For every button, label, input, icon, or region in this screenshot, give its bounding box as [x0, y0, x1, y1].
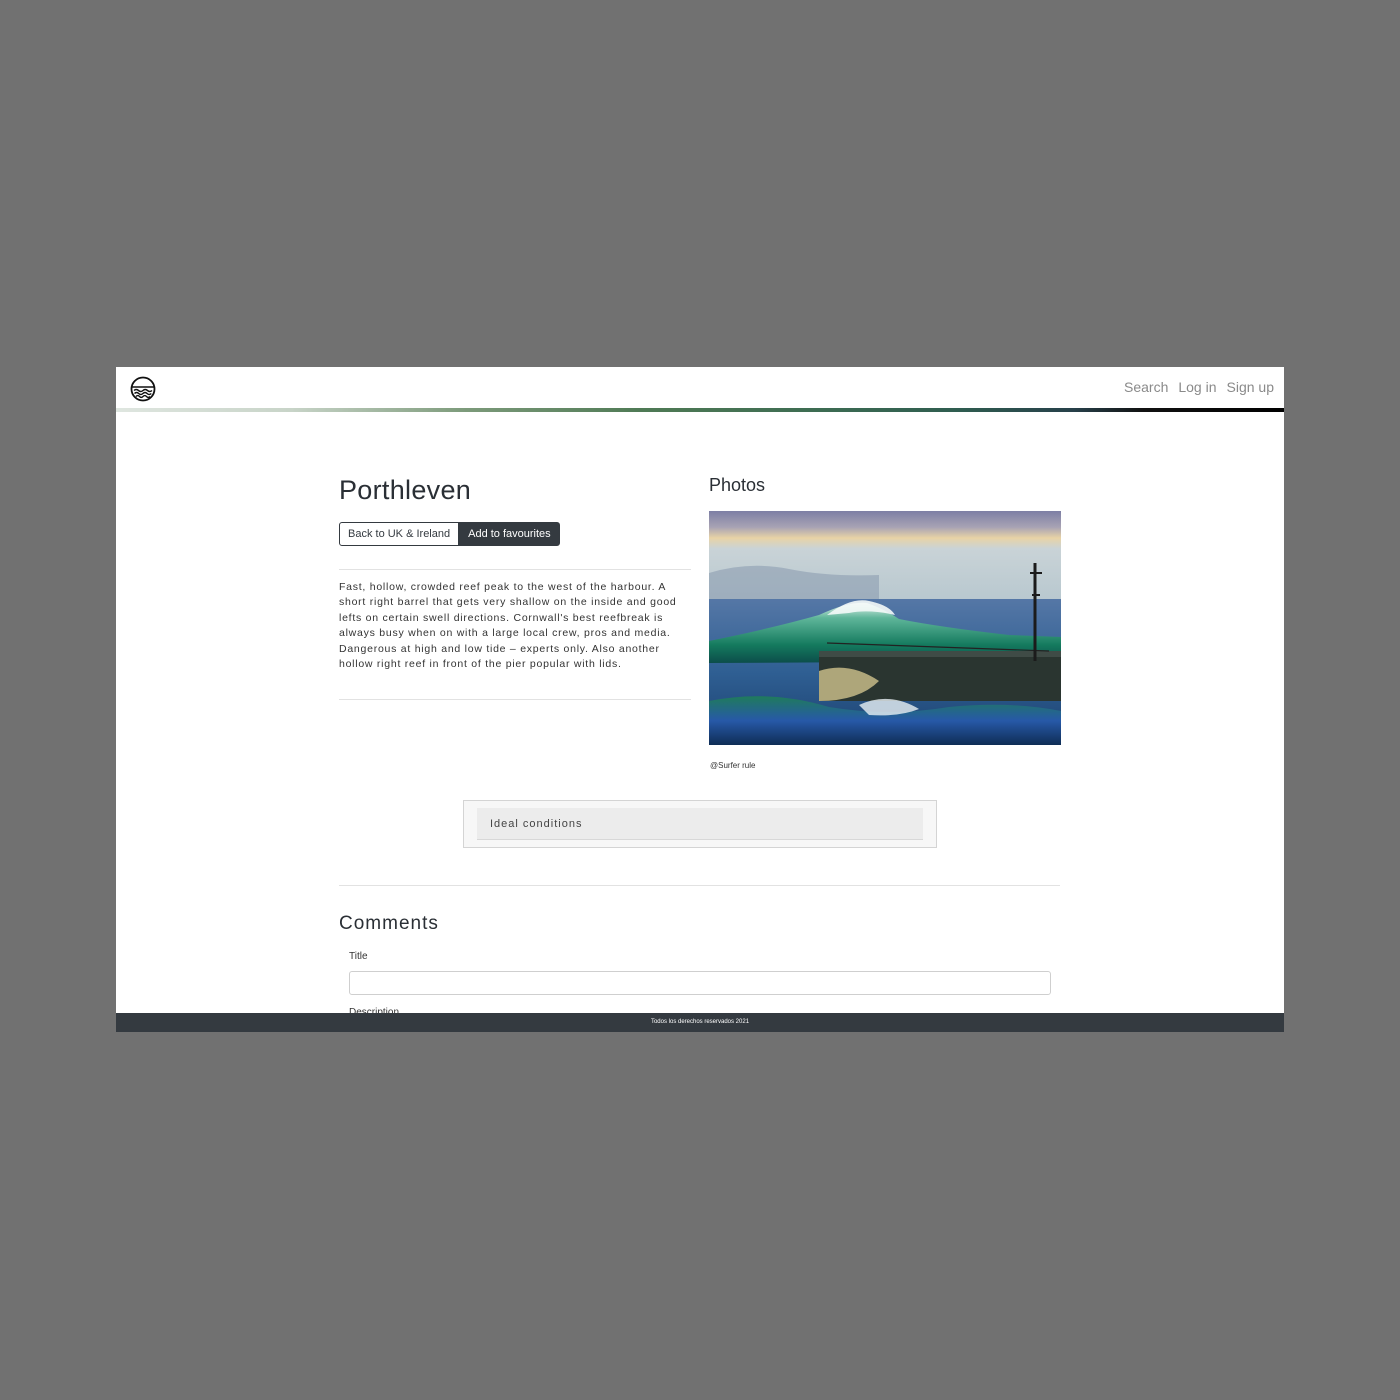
divider: [339, 699, 691, 700]
ideal-conditions-card: Ideal conditions: [463, 800, 937, 848]
divider: [339, 885, 1060, 886]
photo-credit: @Surfer rule: [710, 761, 756, 770]
spot-actions: Back to UK & Ireland Add to favourites: [339, 522, 560, 546]
browser-viewport: Search Log in Sign up Porthleven Back to…: [116, 367, 1284, 1032]
footer-text: Todos los derechos reservados 2021: [650, 1019, 750, 1025]
divider: [339, 569, 691, 570]
add-to-favourites-button[interactable]: Add to favourites: [459, 522, 560, 546]
back-to-region-button[interactable]: Back to UK & Ireland: [339, 522, 460, 546]
comment-title-input[interactable]: [349, 971, 1051, 995]
spot-description: Fast, hollow, crowded reef peak to the w…: [339, 581, 677, 671]
ideal-conditions-toggle[interactable]: Ideal conditions: [477, 808, 923, 840]
spot-title: Porthleven: [339, 475, 472, 505]
comment-title-label: Title: [349, 951, 368, 962]
wave-circle-icon[interactable]: [130, 376, 156, 402]
nav-signup-link[interactable]: Sign up: [1227, 379, 1274, 395]
nav-search-link[interactable]: Search: [1124, 379, 1168, 395]
comments-heading: Comments: [339, 913, 439, 934]
header-banner-strip: [116, 408, 1284, 412]
spot-photo[interactable]: [709, 511, 1061, 745]
footer: Todos los derechos reservados 2021: [116, 1013, 1284, 1032]
navbar: Search Log in Sign up: [116, 367, 1284, 408]
photos-heading: Photos: [709, 475, 766, 495]
nav-login-link[interactable]: Log in: [1178, 379, 1216, 395]
